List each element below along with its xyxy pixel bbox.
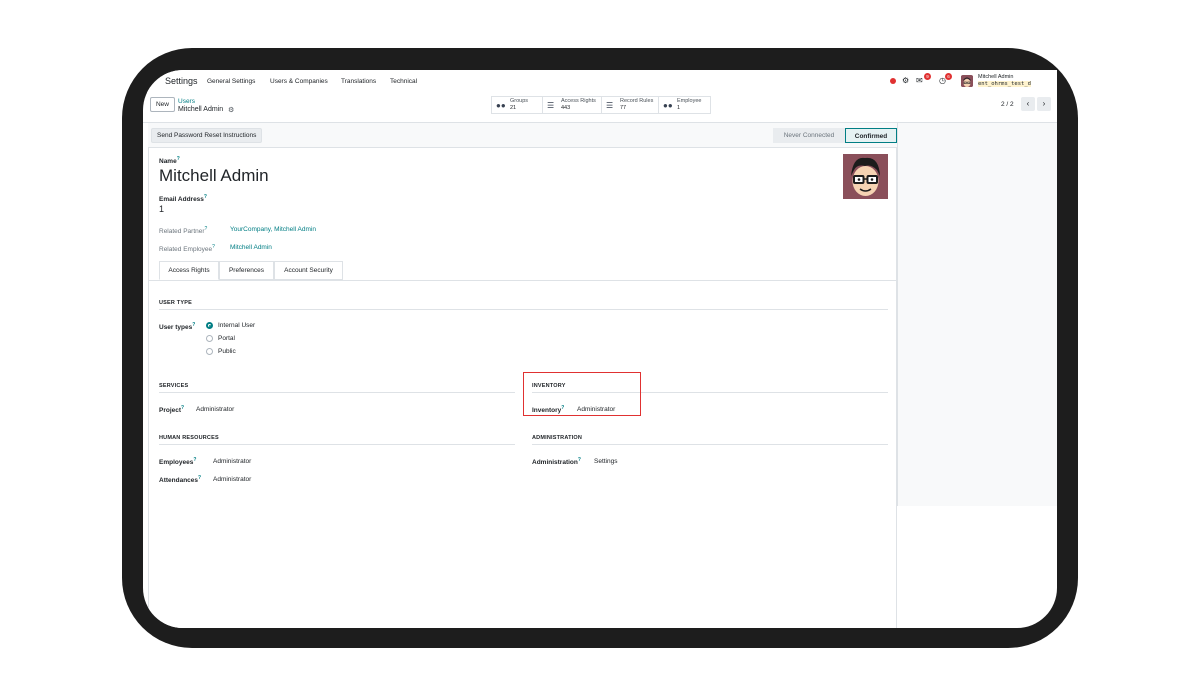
send-password-reset-button[interactable]: Send Password Reset Instructions (151, 128, 263, 143)
help-tooltip-icon[interactable]: ? (193, 457, 196, 463)
help-tooltip-icon[interactable]: ? (578, 457, 581, 463)
project-label: Project? (159, 405, 185, 415)
smart-button-groups[interactable]: ●● Groups 21 (492, 97, 543, 113)
radio-portal[interactable] (206, 335, 213, 342)
breadcrumb-users[interactable]: Users (178, 98, 195, 105)
menu-technical[interactable]: Technical (390, 78, 417, 85)
chat-icon[interactable]: ✉ (916, 76, 923, 85)
tab-account-security[interactable]: Account Security (274, 261, 343, 280)
help-tooltip-icon[interactable]: ? (212, 244, 215, 250)
tab-access-rights[interactable]: Access Rights (159, 261, 219, 280)
employees-select[interactable]: Administrator (213, 458, 251, 465)
users-icon: ●● (496, 101, 506, 110)
status-never-connected[interactable]: Never Connected (773, 128, 845, 143)
chat-badge: 9 (924, 73, 931, 80)
help-tooltip-icon[interactable]: ? (192, 322, 195, 328)
highlight-box (523, 372, 641, 416)
attendances-label: Attendances? (159, 475, 202, 485)
top-navbar: Settings General Settings Users & Compan… (143, 70, 1057, 93)
tab-preferences[interactable]: Preferences (219, 261, 274, 280)
smart-button-value: 1 (677, 105, 681, 111)
administration-select[interactable]: Settings (594, 458, 618, 465)
help-tooltip-icon[interactable]: ? (181, 405, 184, 411)
employees-label: Employees? (159, 457, 197, 467)
help-tooltip-icon[interactable]: ? (205, 226, 208, 232)
pager-previous-icon[interactable]: ‹ (1021, 97, 1035, 111)
help-tooltip-icon[interactable]: ? (204, 194, 207, 200)
radio-label-internal-user[interactable]: Internal User (218, 322, 255, 329)
users-icon: ●● (663, 101, 673, 110)
smart-button-value: 77 (620, 105, 627, 111)
help-tooltip-icon[interactable]: ? (177, 156, 180, 162)
administration-label: Administration? (532, 457, 581, 467)
smart-button-label: Groups (510, 98, 529, 104)
smart-button-record-rules[interactable]: ☰ Record Rules 77 (602, 97, 659, 113)
related-partner-link[interactable]: YourCompany, Mitchell Admin (230, 226, 316, 233)
pager-next-icon[interactable]: › (1037, 97, 1051, 111)
smart-button-employee[interactable]: ●● Employee 1 (659, 97, 711, 113)
help-tooltip-icon[interactable]: ? (198, 475, 201, 481)
avatar-face-icon (843, 154, 888, 199)
recording-indicator-icon[interactable] (890, 78, 896, 84)
name-label: Name? (159, 156, 180, 166)
project-select[interactable]: Administrator (196, 406, 234, 413)
attendances-select[interactable]: Administrator (213, 476, 251, 483)
bug-icon[interactable]: ⚙ (902, 76, 909, 85)
menu-general-settings[interactable]: General Settings (207, 78, 255, 85)
administration-section-title: ADMINISTRATION (532, 435, 583, 441)
email-field[interactable]: 1 (159, 204, 164, 214)
activity-badge: 6 (945, 73, 952, 80)
user-type-section-title: USER TYPE (159, 300, 192, 306)
gear-icon[interactable]: ⚙ (228, 106, 234, 114)
user-name[interactable]: Mitchell Admin (978, 74, 1013, 80)
smart-buttons: ●● Groups 21 ☰ Access Rights 443 ☰ Recor… (491, 96, 711, 114)
user-photo[interactable] (843, 154, 888, 199)
smart-button-value: 21 (510, 105, 517, 111)
tabs-divider (149, 280, 898, 281)
status-confirmed[interactable]: Confirmed (845, 128, 897, 143)
breadcrumb-current: Mitchell Admin (178, 106, 224, 113)
smart-button-label: Access Rights (561, 98, 596, 104)
services-section-title: SERVICES (159, 383, 189, 389)
smart-button-label: Employee (677, 98, 702, 104)
section-divider (532, 444, 888, 445)
form-sheet: Name? Mitchell Admin Email Address? 1 Re… (148, 148, 898, 628)
smart-button-value: 443 (561, 105, 571, 111)
chatter-area (897, 123, 1057, 506)
smart-button-access-rights[interactable]: ☰ Access Rights 443 (543, 97, 602, 113)
database-name: ent_ohrms_test_d (978, 81, 1031, 87)
list-icon: ☰ (547, 101, 555, 110)
related-partner-label: Related Partner? (159, 226, 208, 236)
name-field[interactable]: Mitchell Admin (159, 166, 269, 186)
email-label: Email Address? (159, 194, 207, 204)
smart-button-label: Record Rules (620, 98, 654, 104)
section-divider (159, 444, 515, 445)
screen: Settings General Settings Users & Compan… (143, 70, 1057, 628)
avatar-face-icon (961, 76, 973, 87)
related-employee-label: Related Employee? (159, 244, 215, 254)
status-bar: Send Password Reset Instructions Never C… (148, 123, 897, 148)
menu-users-companies[interactable]: Users & Companies (270, 78, 328, 85)
user-types-label: User types? (159, 322, 196, 332)
radio-label-portal[interactable]: Portal (218, 335, 235, 342)
radio-internal-user[interactable] (206, 322, 213, 329)
section-divider (159, 309, 888, 310)
menu-translations[interactable]: Translations (341, 78, 376, 85)
human-resources-section-title: HUMAN RESOURCES (159, 435, 219, 441)
radio-label-public[interactable]: Public (218, 348, 236, 355)
app-name[interactable]: Settings (165, 76, 198, 86)
radio-public[interactable] (206, 348, 213, 355)
section-divider (159, 392, 515, 393)
user-avatar[interactable] (961, 75, 973, 87)
new-button[interactable]: New (150, 97, 175, 112)
related-employee-link[interactable]: Mitchell Admin (230, 244, 272, 251)
control-panel: New Users Mitchell Admin ⚙ ●● Groups 21 … (143, 93, 1057, 123)
pager-value[interactable]: 2 / 2 (1001, 101, 1014, 108)
list-icon: ☰ (606, 101, 614, 110)
